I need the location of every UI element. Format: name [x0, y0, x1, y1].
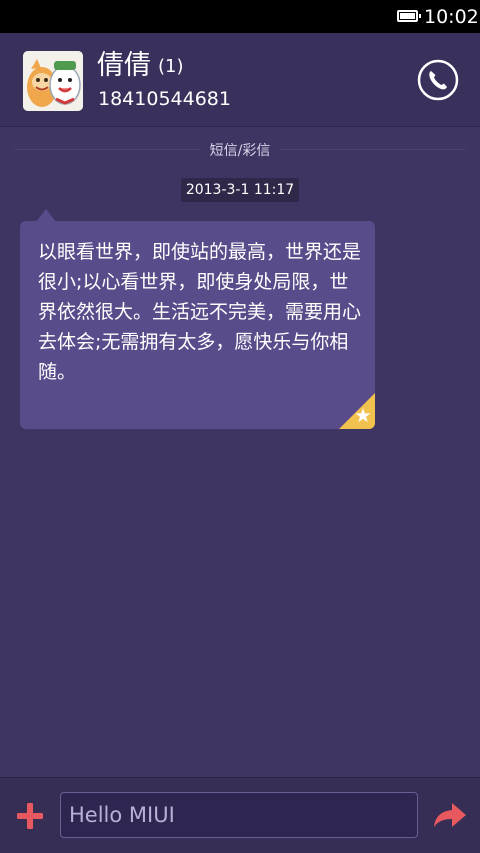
star-icon: [339, 393, 375, 429]
plus-icon: [17, 803, 43, 829]
channel-label: 短信/彩信: [0, 142, 480, 160]
battery-full-icon: [397, 10, 421, 22]
message-input[interactable]: [60, 792, 418, 838]
status-time: 10:02: [424, 6, 479, 28]
phone-icon: [417, 59, 459, 101]
message-bubble[interactable]: 以眼看世界，即使站的最高，世界还是很小;以心看世界，即使身处局限，世界依然很大。…: [20, 221, 375, 429]
contact-phone-number: 18410544681: [98, 88, 231, 110]
send-arrow-icon: [434, 803, 466, 827]
send-button[interactable]: [433, 800, 467, 832]
message-timestamp: 2013-3-1 11:17: [181, 178, 299, 202]
unread-count-badge: (1): [158, 56, 184, 77]
avatar-image: [23, 51, 83, 111]
call-button[interactable]: [417, 59, 459, 101]
contact-name: 倩倩: [97, 50, 151, 81]
status-bar: 10:02: [0, 0, 480, 33]
message-text: 以眼看世界，即使站的最高，世界还是很小;以心看世界，即使身处局限，世界依然很大。…: [38, 241, 362, 383]
sms-conversation-screen: 10:02 倩倩 (1) 18410544681 短信/彩信 2013-3-1 …: [0, 0, 480, 853]
conversation-header: 倩倩 (1) 18410544681: [0, 33, 480, 127]
contact-avatar[interactable]: [23, 51, 83, 111]
add-attachment-button[interactable]: [14, 800, 46, 832]
composer-bar: [0, 777, 480, 853]
